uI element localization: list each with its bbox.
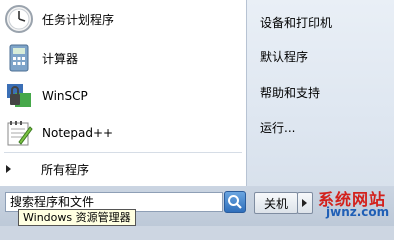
divider [4,152,242,153]
program-label: WinSCP [42,89,88,103]
program-label: 计算器 [42,51,79,66]
triangle-right-icon [6,165,11,173]
search-button[interactable] [224,191,246,213]
link-run[interactable]: 运行... [260,119,295,136]
shutdown-button[interactable]: 关机 [254,192,298,214]
program-label: 任务计划程序 [42,12,115,27]
search-input[interactable] [6,193,220,209]
program-task-scheduler[interactable]: 任务计划程序 [4,3,242,35]
watermark-logo: 系统网站 jwnz.com [314,186,392,224]
link-help-support[interactable]: 帮助和支持 [260,84,320,101]
programs-pane: 任务计划程序 计算器 WinSCP Notepad++ 所有程序 [0,0,247,186]
start-menu: 任务计划程序 计算器 WinSCP Notepad++ 所有程序 设备和打印机 … [0,0,394,226]
watermark-url: jwnz.com [326,205,390,219]
notepadpp-icon [4,118,34,148]
program-calculator[interactable]: 计算器 [4,42,242,74]
program-notepadpp[interactable]: Notepad++ [4,117,242,149]
tooltip: Windows 资源管理器 [18,209,136,226]
clock-icon [4,4,34,34]
winscp-icon [4,81,34,111]
link-default-programs[interactable]: 默认程序 [260,48,308,65]
program-winscp[interactable]: WinSCP [4,80,242,112]
link-devices-printers[interactable]: 设备和打印机 [260,14,332,31]
magnifier-icon [228,195,242,209]
calculator-icon [4,43,34,73]
program-label: Notepad++ [42,126,114,140]
all-programs-button[interactable]: 所有程序 [0,154,246,184]
shutdown-options-button[interactable] [297,192,313,214]
links-pane: 设备和打印机 默认程序 帮助和支持 运行... [247,0,394,186]
all-programs-label: 所有程序 [41,162,90,177]
